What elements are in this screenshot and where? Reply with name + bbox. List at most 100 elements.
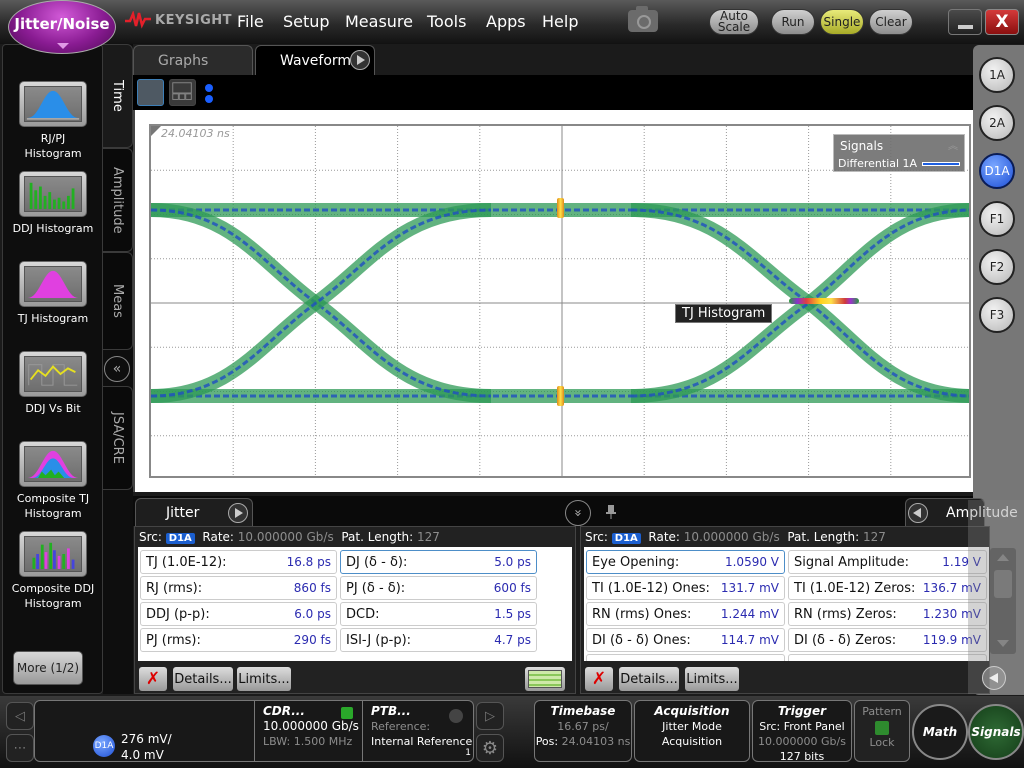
result-cell-ddj[interactable]: DDJ (p-p): 6.0 ps (140, 602, 337, 626)
tab-label: Time (110, 80, 125, 112)
settings-gear-icon[interactable]: ⚙ (476, 734, 504, 762)
jitter-footer: ✗ Details... Limits... (137, 665, 577, 693)
minimize-button[interactable] (948, 9, 982, 35)
corner-marker (151, 126, 161, 136)
result-cell-dj[interactable]: DJ (δ - δ): 5.0 ps (340, 550, 537, 574)
grid-view-button[interactable] (525, 667, 565, 691)
cdr-box[interactable]: CDR... 10.000000 Gb/s LBW: 1.500 MHz (254, 700, 364, 762)
tab-meas[interactable]: Meas (103, 252, 133, 350)
tool-ddj-histogram[interactable]: DDJ Histogram (11, 171, 95, 236)
result-cell-di-ones[interactable]: DI (δ - δ) Ones: 114.7 mV (586, 628, 785, 652)
nav-right-button[interactable]: ▷ (476, 702, 504, 730)
pattern-lock-box[interactable]: Pattern Lock (854, 700, 910, 762)
function-f2-button[interactable]: F2 (979, 249, 1015, 285)
menu-tools[interactable]: Tools (427, 12, 466, 31)
result-cell-pj-rms[interactable]: PJ (rms): 290 fs (140, 628, 337, 652)
acquisition-box[interactable]: Acquisition Jitter Mode Acquisition (634, 700, 750, 762)
tab-jitter[interactable]: Jitter (135, 498, 253, 526)
run-button[interactable]: Run (771, 9, 815, 35)
back-arrow-icon[interactable] (908, 503, 928, 523)
tab-graphs[interactable]: Graphs (133, 45, 253, 75)
play-arrow-icon[interactable] (228, 503, 248, 523)
channel-d1a-button[interactable]: D1A (979, 153, 1015, 189)
menu-apps[interactable]: Apps (486, 12, 526, 31)
tool-composite-ddj-histogram[interactable]: Composite DDJ Histogram (11, 531, 95, 611)
timebase-pos: 24.04103 ns (561, 735, 631, 748)
collapse-left-panel-button[interactable]: « (104, 356, 130, 382)
auto-scale-button[interactable]: Auto Scale (709, 9, 759, 35)
cell-value: 5.0 ps (494, 555, 531, 569)
menu-help[interactable]: Help (542, 12, 578, 31)
result-cell-eye-opening[interactable]: Eye Opening: 1.0590 V (586, 550, 785, 574)
details-button[interactable]: Details... (173, 667, 233, 691)
results-header: Jitter Amplitude (133, 496, 1018, 526)
tool-ddj-vs-bit[interactable]: DDJ Vs Bit (11, 351, 95, 416)
tab-jsa-cre[interactable]: JSA/CRE (103, 386, 133, 490)
menu-file[interactable]: File (237, 12, 264, 31)
channel-1a-button[interactable]: 1A (979, 57, 1015, 93)
clear-results-button[interactable]: ✗ (139, 667, 167, 691)
function-f3-button[interactable]: F3 (979, 297, 1015, 333)
result-cell-rn-ones[interactable]: RN (rms) Ones: 1.244 mV (586, 602, 785, 626)
result-cell-signal-amplitude[interactable]: Signal Amplitude: 1.19 V (788, 550, 987, 574)
waveform-tab-bar: Graphs Waveform (133, 45, 973, 75)
single-button[interactable]: Single (820, 9, 864, 35)
clear-button[interactable]: Clear (869, 9, 913, 35)
tool-composite-tj-histogram[interactable]: Composite TJ Histogram (11, 441, 95, 521)
nav-left-button[interactable]: ◁ (6, 702, 34, 730)
tab-waveform[interactable]: Waveform (255, 45, 375, 75)
result-cell-di-zeros[interactable]: DI (δ - δ) Zeros: 119.9 mV (788, 628, 987, 652)
result-cell-dcd[interactable]: DCD: 1.5 ps (340, 602, 537, 626)
result-cell-pj[interactable]: PJ (δ - δ): 600 fs (340, 576, 537, 600)
tool-tj-histogram[interactable]: TJ Histogram (11, 261, 95, 326)
menu-measure[interactable]: Measure (345, 12, 413, 31)
ddj-histogram-icon (24, 176, 82, 212)
src-badge: D1A (165, 533, 195, 544)
result-cell-tj[interactable]: TJ (1.0E-12): 16.8 ps (140, 550, 337, 574)
tab-time[interactable]: Time (103, 44, 133, 148)
camera-icon[interactable] (628, 6, 658, 32)
details-button[interactable]: Details... (619, 667, 679, 691)
limits-button[interactable]: Limits... (685, 667, 739, 691)
pattern-title: Pattern (862, 705, 902, 718)
single-grid-layout-button[interactable] (137, 79, 164, 106)
result-cell-ti-zeros[interactable]: TI (1.0E-12) Zeros: 136.7 mV (788, 576, 987, 600)
multi-grid-layout-button[interactable] (169, 79, 196, 106)
math-button[interactable]: Math (912, 704, 968, 760)
ptb-box[interactable]: PTB... Reference: Internal Reference 1 (362, 700, 474, 762)
signals-button[interactable]: Signals (968, 704, 1024, 760)
close-button[interactable]: X (985, 9, 1019, 35)
trigger-box[interactable]: Trigger Src: Front Panel 10.000000 Gb/s … (752, 700, 852, 763)
slide-back-icon[interactable] (982, 666, 1006, 690)
function-f1-button[interactable]: F1 (979, 201, 1015, 237)
result-cell-rj[interactable]: RJ (rms): 860 fs (140, 576, 337, 600)
clear-results-button[interactable]: ✗ (585, 667, 613, 691)
tab-amplitude[interactable]: Amplitude (103, 148, 133, 252)
cell-name: DI (δ - δ) Zeros: (794, 632, 897, 648)
limits-button[interactable]: Limits... (237, 667, 291, 691)
pin-icon[interactable] (606, 505, 616, 519)
timebase-box[interactable]: Timebase 16.67 ps/ Pos: 24.04103 ns (534, 700, 632, 762)
result-cell-ti-ones[interactable]: TI (1.0E-12) Ones: 131.7 mV (586, 576, 785, 600)
result-cell-isi-j[interactable]: ISI-J (p-p): 4.7 ps (340, 628, 537, 652)
cell-value: 114.7 mV (720, 633, 779, 647)
auto-scale-label-2: Scale (717, 20, 751, 34)
rate-label: Rate: (648, 530, 680, 544)
nav-grid-button[interactable]: ⋯ (6, 734, 34, 762)
keysight-logo: KEYSIGHT (125, 11, 232, 29)
result-cell-rn-zeros[interactable]: RN (rms) Zeros: 1.230 mV (788, 602, 987, 626)
channel-scale-box[interactable]: D1A 276 mV/ 4.0 mV (34, 700, 256, 762)
tool-rjpj-histogram[interactable]: RJ/PJ Histogram (11, 81, 95, 161)
eye-diagram-graticule[interactable]: 24.04103 ns Signals ︽ Differential 1A TJ… (149, 124, 971, 478)
collapse-results-button[interactable]: » (565, 500, 591, 526)
channel-2a-button[interactable]: 2A (979, 105, 1015, 141)
play-arrow-icon[interactable] (350, 50, 370, 70)
chevron-up-icon[interactable]: ︽ (948, 137, 958, 152)
result-cell-partial (788, 654, 987, 661)
tool-label: TJ Histogram (17, 312, 89, 325)
more-button[interactable]: More (1/2) (13, 651, 83, 685)
ddj-vs-bit-icon (24, 356, 82, 392)
jitter-noise-mode-button[interactable]: Jitter/Noise (8, 0, 116, 54)
cell-name: DI (δ - δ) Ones: (592, 632, 691, 648)
menu-setup[interactable]: Setup (283, 12, 330, 31)
